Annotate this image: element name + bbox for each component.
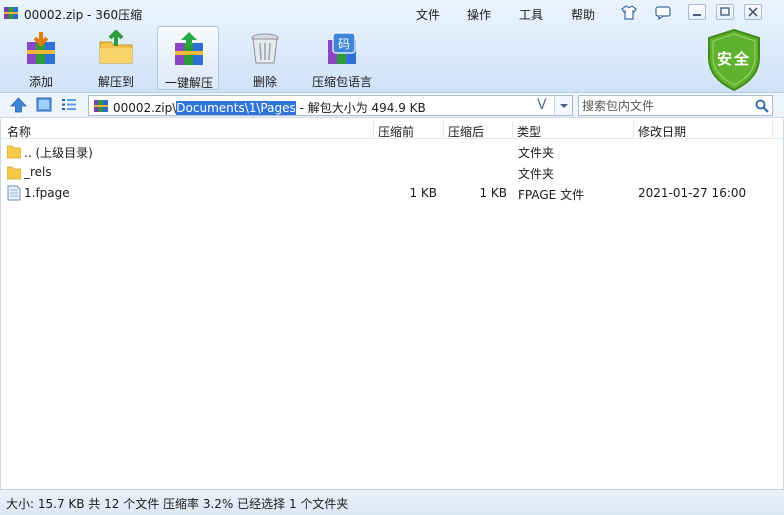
column-divider[interactable] xyxy=(633,121,634,137)
row-packed: 1 KB xyxy=(409,186,437,200)
archive-language-button[interactable]: 码 压缩包语言 xyxy=(306,26,378,90)
column-divider[interactable] xyxy=(772,121,773,137)
thumbnail-view-icon[interactable] xyxy=(36,97,52,112)
up-arrow-icon[interactable] xyxy=(10,97,27,113)
extract-to-label: 解压到 xyxy=(97,75,134,89)
column-type[interactable]: 类型 xyxy=(517,123,541,140)
maximize-icon xyxy=(720,7,730,16)
zip-file-icon xyxy=(94,100,108,112)
search-icon[interactable] xyxy=(755,99,769,113)
top-band: 00002.zip - 360压缩 文件 操作 工具 帮助 添加 解压到 一键解… xyxy=(0,0,784,93)
folder-icon xyxy=(7,166,21,180)
language-code-icon: 码 xyxy=(328,32,356,64)
file-list[interactable]: 名称 压缩前 压缩后 类型 修改日期 .. (上级目录) 文件夹 _rels 文… xyxy=(0,119,784,489)
file-icon xyxy=(7,185,21,201)
maximize-button[interactable] xyxy=(716,4,734,20)
extract-to-button[interactable]: 解压到 xyxy=(85,26,147,90)
security-shield[interactable]: 安全 xyxy=(703,28,765,92)
address-row: 00002.zip\Documents\1\Pages - 解包大小为 494.… xyxy=(0,93,784,118)
menu-operation[interactable]: 操作 xyxy=(467,6,491,23)
row-type: FPAGE 文件 xyxy=(518,188,585,202)
column-unpacked[interactable]: 压缩后 xyxy=(448,123,484,140)
table-row[interactable]: .. (上级目录) 文件夹 xyxy=(1,141,783,162)
row-type: 文件夹 xyxy=(518,167,555,181)
column-divider[interactable] xyxy=(373,121,374,137)
row-name: _rels xyxy=(24,165,52,179)
folder-icon xyxy=(7,145,21,159)
row-unpacked: 1 KB xyxy=(479,186,507,200)
column-divider[interactable] xyxy=(512,121,513,137)
window-title: 00002.zip - 360压缩 xyxy=(24,8,143,22)
address-selected-path: Documents\1\Pages xyxy=(176,101,296,115)
status-text: 大小: 15.7 KB 共 12 个文件 压缩率 3.2% 已经选择 1 个文件… xyxy=(6,497,349,511)
row-name: 1.fpage xyxy=(24,186,70,200)
row-name: .. (上级目录) xyxy=(24,146,93,160)
feedback-icon[interactable] xyxy=(655,6,671,20)
search-box[interactable] xyxy=(578,95,773,116)
column-divider[interactable] xyxy=(443,121,444,137)
archive-app-icon xyxy=(4,7,18,19)
chevron-down-icon xyxy=(560,104,568,108)
column-packed[interactable]: 压缩前 xyxy=(378,123,414,140)
table-row[interactable]: _rels 文件夹 xyxy=(1,162,783,183)
table-row[interactable]: 1.fpage 1 KB 1 KB FPAGE 文件 2021-01-27 16… xyxy=(1,183,783,204)
address-path[interactable]: 00002.zip\Documents\1\Pages - 解包大小为 494.… xyxy=(113,99,426,116)
column-name[interactable]: 名称 xyxy=(7,123,31,140)
close-button[interactable] xyxy=(744,4,762,20)
address-mark: V xyxy=(537,97,547,113)
search-input[interactable] xyxy=(582,98,750,113)
address-dropdown-button[interactable] xyxy=(554,96,572,115)
column-modified[interactable]: 修改日期 xyxy=(638,123,686,140)
menu-help[interactable]: 帮助 xyxy=(571,6,595,23)
security-badge-text: 安全 xyxy=(716,50,751,68)
skin-shirt-icon[interactable] xyxy=(621,5,637,20)
row-modified: 2021-01-27 16:00 xyxy=(638,186,747,200)
row-type: 文件夹 xyxy=(518,146,555,160)
delete-label: 删除 xyxy=(252,75,277,89)
extract-folder-icon xyxy=(99,30,133,64)
add-button[interactable]: 添加 xyxy=(10,26,72,90)
close-icon xyxy=(748,7,758,17)
one-click-extract-icon xyxy=(175,32,203,65)
one-click-extract-label: 一键解压 xyxy=(164,76,213,90)
menu-tools[interactable]: 工具 xyxy=(519,6,543,23)
address-bar[interactable]: 00002.zip\Documents\1\Pages - 解包大小为 494.… xyxy=(88,95,573,116)
minimize-icon xyxy=(693,14,701,16)
menu-file[interactable]: 文件 xyxy=(416,6,440,23)
delete-button[interactable]: 删除 xyxy=(234,26,296,90)
title-bar: 00002.zip - 360压缩 文件 操作 工具 帮助 xyxy=(0,0,784,26)
trash-icon xyxy=(251,33,279,64)
address-prefix: 00002.zip\ xyxy=(113,101,177,115)
minimize-button[interactable] xyxy=(688,4,706,20)
archive-language-label: 压缩包语言 xyxy=(311,75,372,89)
list-view-icon[interactable] xyxy=(61,97,77,112)
one-click-extract-button[interactable]: 一键解压 xyxy=(157,26,219,90)
add-label: 添加 xyxy=(28,75,53,89)
status-bar: 大小: 15.7 KB 共 12 个文件 压缩率 3.2% 已经选择 1 个文件… xyxy=(0,489,784,515)
column-header: 名称 压缩前 压缩后 类型 修改日期 xyxy=(1,119,783,139)
add-archive-icon xyxy=(27,32,55,64)
address-size-info: - 解包大小为 494.9 KB xyxy=(295,101,426,115)
svg-text:码: 码 xyxy=(338,37,350,51)
